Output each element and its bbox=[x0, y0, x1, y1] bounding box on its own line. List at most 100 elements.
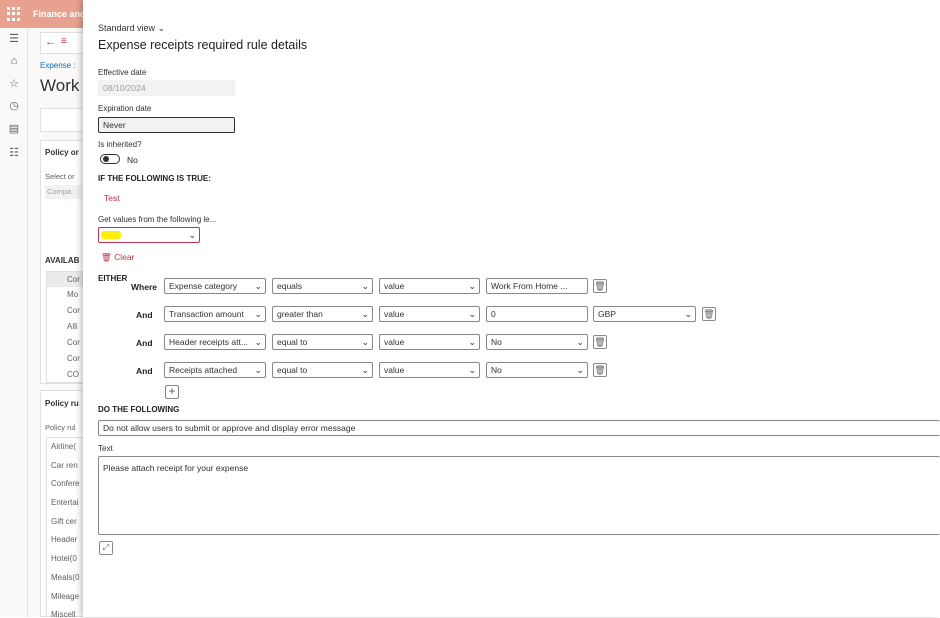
policy-rules-sub: Policy rul bbox=[45, 423, 76, 432]
list-icon[interactable]: ☷ bbox=[7, 146, 21, 160]
company-field[interactable]: Compa bbox=[45, 185, 85, 199]
highlight-mark bbox=[101, 231, 121, 239]
chevron-down-icon: ⌄ bbox=[576, 365, 584, 375]
chevron-down-icon: ⌄ bbox=[576, 337, 584, 347]
chevron-down-icon: ⌄ bbox=[254, 309, 262, 319]
dropdown-value: Header receipts att... bbox=[169, 337, 248, 347]
condition-operator-dropdown[interactable]: greater than ⌄ bbox=[272, 306, 373, 322]
condition-value-dropdown[interactable]: No ⌄ bbox=[486, 362, 588, 378]
available-label: AVAILAB bbox=[45, 256, 80, 265]
condition-value-dropdown[interactable]: No ⌄ bbox=[486, 334, 588, 350]
list-item[interactable]: Alli bbox=[47, 319, 85, 335]
dropdown-value: value bbox=[384, 281, 405, 291]
list-item[interactable]: CO bbox=[47, 367, 85, 382]
dropdown-value: value bbox=[384, 337, 405, 347]
breadcrumb[interactable]: Expense : bbox=[40, 61, 76, 70]
chevron-down-icon: ⌄ bbox=[468, 281, 476, 291]
home-icon[interactable]: ⌂ bbox=[7, 54, 21, 68]
view-selector[interactable]: Standard view ⌄ bbox=[98, 23, 165, 34]
either-label: EITHER bbox=[98, 274, 128, 283]
list-item[interactable]: Meals(0 bbox=[47, 569, 85, 588]
clock-icon[interactable]: ◷ bbox=[7, 99, 21, 113]
condition-type-dropdown[interactable]: value ⌄ bbox=[379, 278, 480, 294]
dropdown-value: equal to bbox=[277, 337, 308, 347]
list-item[interactable]: Confere bbox=[47, 475, 85, 494]
condition-operator-dropdown[interactable]: equal to ⌄ bbox=[272, 362, 373, 378]
condition-field-dropdown[interactable]: Expense category ⌄ bbox=[164, 278, 266, 294]
chevron-down-icon: ⌄ bbox=[468, 309, 476, 319]
hamburger-icon[interactable]: ☰ bbox=[7, 32, 21, 46]
action-field[interactable]: Do not allow users to submit or approve … bbox=[98, 420, 940, 436]
text-label: Text bbox=[98, 444, 113, 453]
condition-value-field[interactable]: Work From Home ... bbox=[486, 278, 588, 294]
select-org-label: Select or bbox=[45, 172, 75, 181]
dropdown-value: GBP bbox=[598, 309, 616, 319]
clear-label: Clear bbox=[114, 252, 135, 262]
test-link[interactable]: Test bbox=[104, 193, 120, 203]
list-item[interactable]: Cor bbox=[47, 335, 85, 351]
list-item[interactable]: Cor bbox=[47, 303, 85, 319]
delete-condition-button[interactable]: 🗑 bbox=[593, 335, 607, 349]
expand-icon: ⤢ bbox=[102, 543, 110, 552]
message-textarea[interactable]: Please attach receipt for your expense bbox=[98, 456, 940, 535]
delete-condition-button[interactable]: 🗑 bbox=[702, 307, 716, 321]
expiration-date-field[interactable]: Never bbox=[98, 117, 235, 133]
dropdown-value: Expense category bbox=[169, 281, 238, 291]
list-item[interactable]: Hotel(0 bbox=[47, 550, 85, 569]
is-inherited-label: Is inherited? bbox=[98, 140, 142, 149]
menu-lines-icon[interactable]: ≡ bbox=[61, 36, 67, 47]
list-item[interactable]: Airline( bbox=[47, 438, 85, 457]
condition-field-dropdown[interactable]: Receipts attached ⌄ bbox=[164, 362, 266, 378]
condition-value-field[interactable]: 0 bbox=[486, 306, 588, 322]
condition-operator-dropdown[interactable]: equals ⌄ bbox=[272, 278, 373, 294]
do-heading: DO THE FOLLOWING bbox=[98, 405, 180, 414]
condition-type-dropdown[interactable]: value ⌄ bbox=[379, 306, 480, 322]
available-list: Cor Mo Cor Alli Cor Cor CO bbox=[46, 271, 86, 383]
list-item[interactable]: Entertai bbox=[47, 494, 85, 513]
list-item[interactable]: Car ren bbox=[47, 457, 85, 476]
trash-icon: 🗑 bbox=[594, 337, 606, 347]
app-title: Finance and bbox=[33, 9, 86, 19]
list-item[interactable]: Header bbox=[47, 531, 85, 550]
condition-operator-dropdown[interactable]: equal to ⌄ bbox=[272, 334, 373, 350]
expand-button[interactable]: ⤢ bbox=[99, 541, 113, 555]
star-icon[interactable]: ☆ bbox=[7, 77, 21, 91]
condition-type-dropdown[interactable]: value ⌄ bbox=[379, 362, 480, 378]
condition-connector: And bbox=[136, 310, 153, 320]
list-item[interactable]: Cor bbox=[47, 351, 85, 367]
background-page: ← ≡ Expense : Work Policy or Select or C… bbox=[28, 28, 90, 618]
back-arrow-icon[interactable]: ← bbox=[45, 36, 56, 48]
delete-condition-button[interactable]: 🗑 bbox=[593, 363, 607, 377]
app-launcher-icon[interactable] bbox=[6, 6, 22, 22]
chevron-down-icon: ⌄ bbox=[361, 365, 369, 375]
workspace-icon[interactable]: ▤ bbox=[7, 122, 21, 136]
expiration-date-label: Expiration date bbox=[98, 104, 152, 113]
if-heading: IF THE FOLLOWING IS TRUE: bbox=[98, 174, 211, 183]
dropdown-value: Receipts attached bbox=[169, 365, 238, 375]
dropdown-value: equal to bbox=[277, 365, 308, 375]
list-item[interactable]: Gift cer bbox=[47, 513, 85, 532]
chevron-down-icon: ⌄ bbox=[361, 337, 369, 347]
clear-button[interactable]: 🗑 Clear bbox=[101, 252, 134, 263]
chevron-down-icon: ⌄ bbox=[254, 365, 262, 375]
list-item[interactable]: Mileage bbox=[47, 588, 85, 607]
list-item[interactable]: Mo bbox=[47, 287, 85, 303]
level-dropdown[interactable]: ⌄ bbox=[98, 227, 200, 243]
trash-icon: 🗑 bbox=[101, 252, 112, 262]
currency-dropdown[interactable]: GBP ⌄ bbox=[593, 306, 696, 322]
dropdown-value: greater than bbox=[277, 309, 323, 319]
list-item[interactable]: Cor bbox=[47, 272, 85, 287]
policy-org-label: Policy or bbox=[45, 148, 79, 157]
condition-field-dropdown[interactable]: Header receipts att... ⌄ bbox=[164, 334, 266, 350]
condition-type-dropdown[interactable]: value ⌄ bbox=[379, 334, 480, 350]
add-condition-button[interactable]: + bbox=[165, 385, 179, 399]
delete-condition-button[interactable]: 🗑 bbox=[593, 279, 607, 293]
chevron-down-icon: ⌄ bbox=[361, 281, 369, 291]
condition-field-dropdown[interactable]: Transaction amount ⌄ bbox=[164, 306, 266, 322]
dropdown-value: equals bbox=[277, 281, 303, 291]
is-inherited-toggle[interactable] bbox=[100, 154, 120, 164]
trash-icon: 🗑 bbox=[703, 309, 715, 319]
list-item[interactable]: Miscell bbox=[47, 606, 85, 618]
condition-connector: And bbox=[136, 366, 153, 376]
page-heading: Work bbox=[40, 76, 80, 95]
